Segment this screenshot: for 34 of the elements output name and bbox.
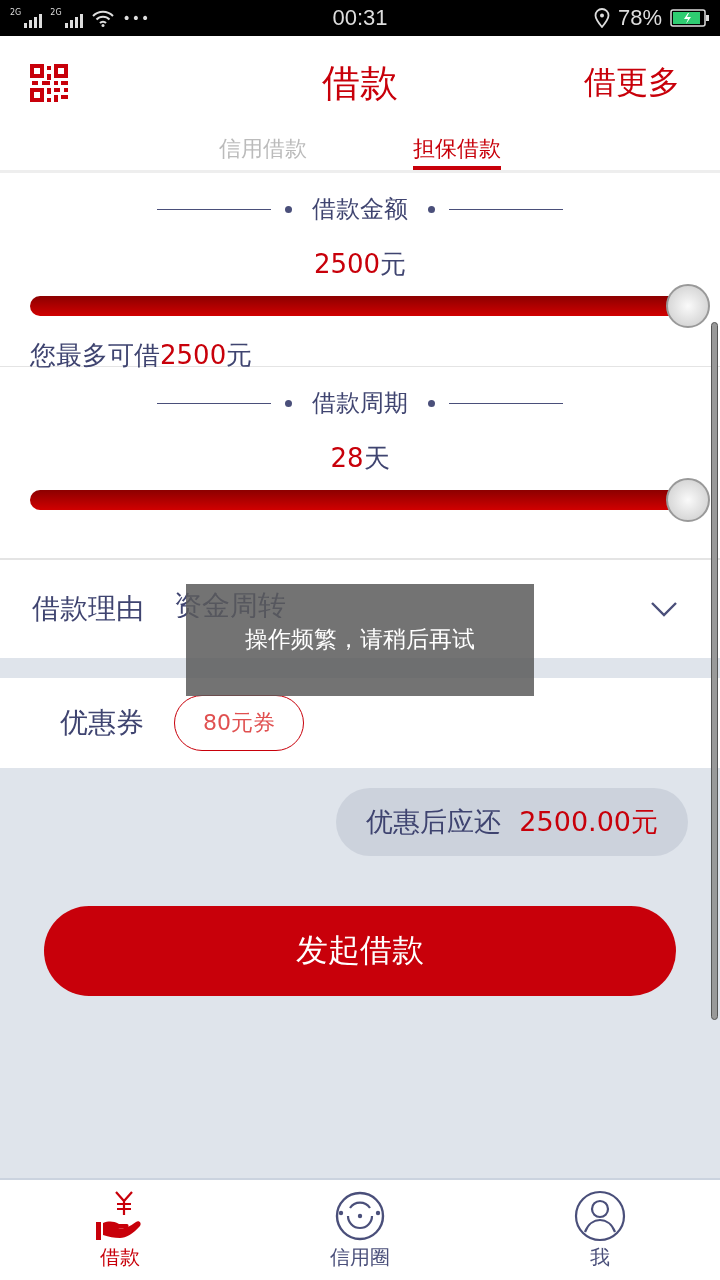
section-heading: 借款周期 [312, 388, 408, 419]
amount-value: 2500元 [312, 248, 408, 281]
divider-dot [428, 399, 435, 407]
max-amount-text: 您最多可借2500元 [30, 339, 254, 372]
borrow-more-link[interactable]: 借更多 [584, 61, 680, 105]
period-slider[interactable] [30, 476, 710, 524]
divider-dot [285, 205, 292, 213]
page-title: 借款 [322, 59, 398, 107]
nav-tab[interactable]: 借款 [0, 1180, 240, 1280]
divider-dot [285, 399, 292, 407]
slider-thumb[interactable] [666, 284, 710, 328]
location-icon [593, 8, 610, 28]
period-value: 28天 [329, 442, 391, 475]
submit-loan-button[interactable]: 发起借款 [44, 906, 676, 996]
reason-label: 借款理由 [32, 591, 144, 627]
section-heading: 借款金额 [312, 194, 408, 225]
user-icon [574, 1189, 626, 1242]
battery-level: 78% [617, 5, 662, 31]
qr-code-icon[interactable] [30, 64, 68, 102]
battery-icon [670, 9, 710, 27]
amount-slider[interactable] [30, 282, 710, 330]
wifi-icon [90, 9, 115, 27]
more-dots: ••• [122, 10, 151, 26]
orbit-circle-icon [334, 1189, 386, 1242]
divider-dot [428, 205, 435, 213]
repay-value: 2500.00元 [519, 805, 658, 839]
loan-type-tab[interactable]: 担保借款 [413, 130, 501, 170]
nav-tab[interactable]: 信用圈 [240, 1180, 480, 1280]
clock-time: 00:31 [332, 5, 388, 31]
slider-thumb[interactable] [666, 478, 710, 522]
repay-label: 优惠后应还 [366, 805, 502, 839]
coupon-label: 优惠券 [60, 705, 144, 741]
nav-tab[interactable]: 我 [480, 1180, 720, 1280]
chevron-down-icon[interactable] [650, 601, 678, 617]
